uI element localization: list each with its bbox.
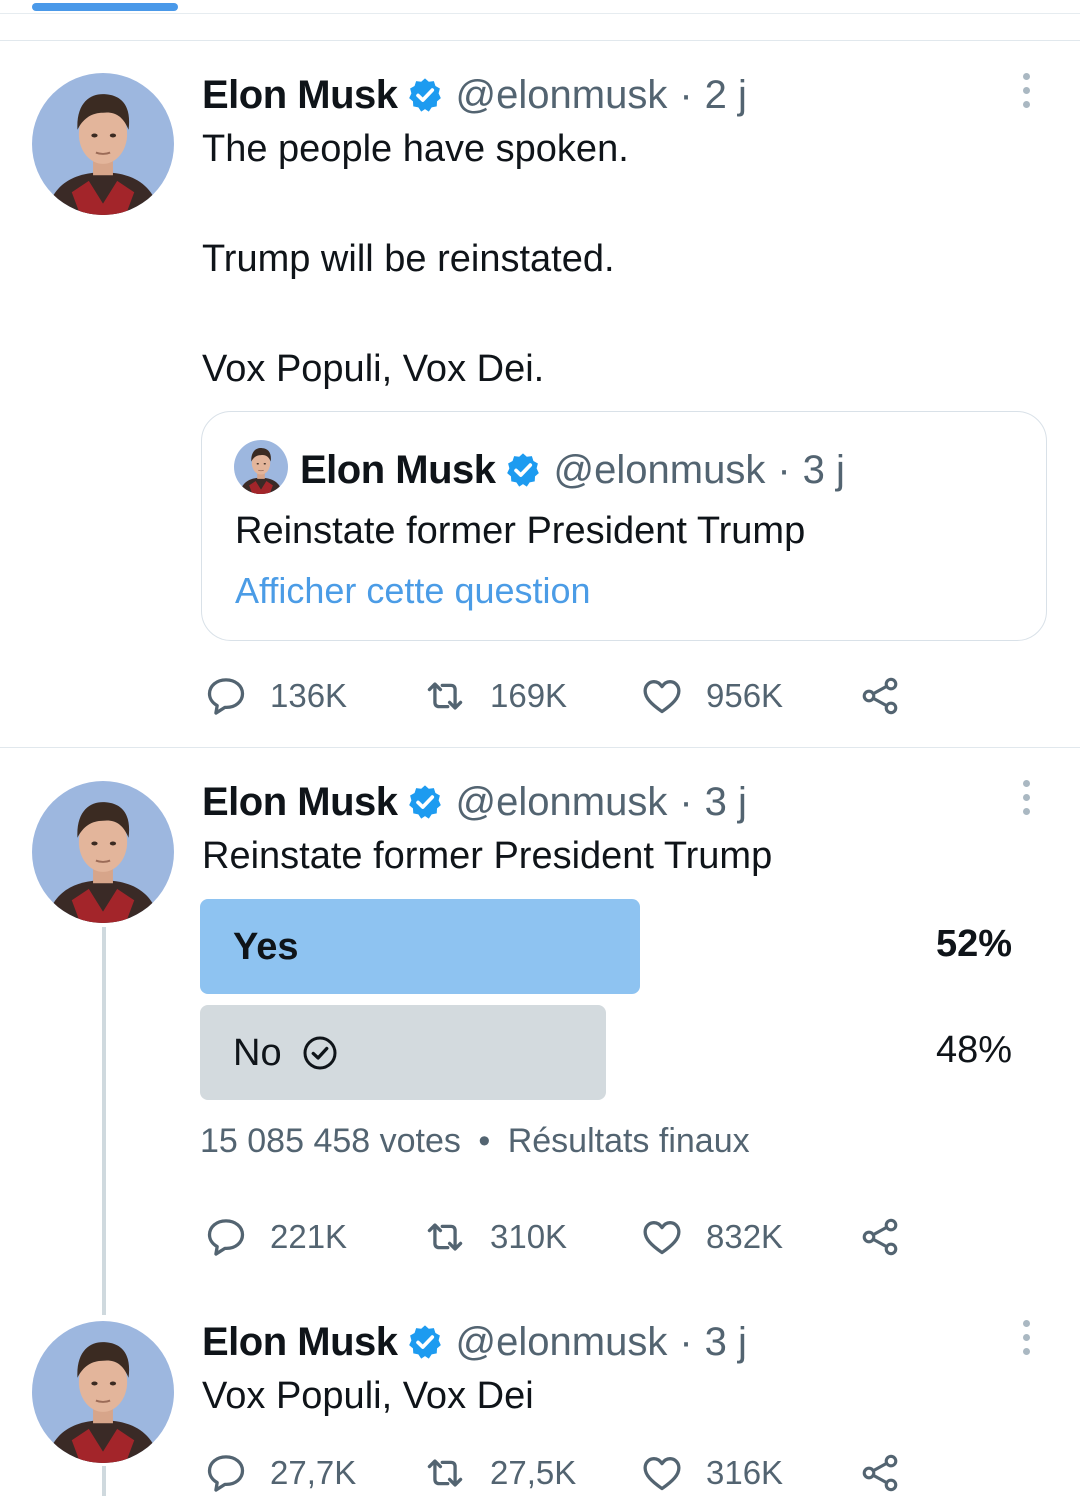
profile-photo: [32, 781, 174, 923]
like-count: 832K: [706, 1218, 784, 1255]
quoted-tweet-card[interactable]: Elon Musk @elonmusk · 3 j Reinstate form…: [201, 411, 1047, 641]
divider: [0, 747, 1080, 748]
tweet-text-line: The people have spoken.: [202, 128, 629, 170]
reply-icon: [204, 1451, 248, 1495]
poll-option-percent: 52%: [935, 923, 1012, 965]
timestamp[interactable]: 2 j: [705, 73, 747, 118]
reply-icon: [204, 1215, 248, 1259]
separator-dot: ·: [679, 1319, 693, 1364]
more-options-icon[interactable]: [1014, 1320, 1038, 1360]
verified-badge-icon: [406, 76, 444, 114]
share-button[interactable]: [858, 1451, 902, 1495]
tweet-actions: 136K 169K 956K: [204, 674, 924, 718]
reply-count: 221K: [270, 1218, 348, 1255]
tweet-actions: 27,7K 27,5K 316K: [204, 1451, 924, 1495]
thread-connector-line: [102, 927, 106, 1315]
timestamp[interactable]: 3 j: [705, 1320, 747, 1365]
retweet-count: 310K: [490, 1218, 568, 1255]
quoted-tweet-text: Reinstate former President Trump: [235, 510, 806, 552]
quoted-author-handle: @elonmusk: [553, 447, 766, 492]
divider: [0, 40, 1080, 41]
share-icon: [858, 1215, 902, 1259]
reply-icon: [204, 674, 248, 718]
tweet-text: Reinstate former President Trump: [202, 835, 773, 877]
reply-button[interactable]: 221K: [204, 1215, 347, 1259]
share-button[interactable]: [858, 1215, 902, 1259]
poll-option-label: Yes: [233, 925, 299, 968]
retweet-count: 27,5K: [490, 1454, 577, 1491]
tweet-text: Vox Populi, Vox Dei: [202, 1375, 534, 1417]
more-options-icon[interactable]: [1014, 780, 1038, 820]
share-icon: [858, 1451, 902, 1495]
like-button[interactable]: 956K: [640, 674, 783, 718]
top-divider: [0, 13, 1080, 14]
verified-badge-icon: [406, 783, 444, 821]
profile-photo: [32, 73, 174, 215]
heart-icon: [640, 1215, 684, 1259]
avatar[interactable]: [32, 73, 174, 215]
like-button[interactable]: 316K: [640, 1451, 783, 1495]
like-count: 316K: [706, 1454, 784, 1491]
like-button[interactable]: 832K: [640, 1215, 783, 1259]
poll-meta: 15 085 458 votes • Résultats finaux: [200, 1122, 750, 1161]
author-name[interactable]: Elon Musk: [202, 1320, 398, 1365]
author-handle[interactable]: @elonmusk: [456, 73, 668, 118]
reply-button[interactable]: 136K: [204, 674, 347, 718]
profile-photo: [32, 1321, 174, 1463]
separator-dot: ·: [777, 447, 791, 492]
retweet-button[interactable]: 169K: [422, 674, 567, 718]
tweet-header: Elon Musk @elonmusk · 3 j: [202, 1318, 747, 1366]
quoted-tweet-header: Elon Musk @elonmusk · 3 j: [300, 446, 845, 494]
quoted-author-name: Elon Musk: [300, 447, 496, 492]
tweet-actions: 221K 310K 832K: [204, 1215, 924, 1259]
retweet-icon: [422, 674, 468, 718]
poll-option-percent: 48%: [935, 1029, 1012, 1071]
quoted-avatar: [234, 440, 288, 494]
tweet-header: Elon Musk @elonmusk · 2 j: [202, 71, 747, 119]
reply-count: 27,7K: [270, 1454, 357, 1491]
author-name[interactable]: Elon Musk: [202, 73, 398, 118]
profile-photo: [234, 440, 288, 494]
tweet-text-line: Trump will be reinstated.: [202, 238, 615, 280]
timestamp[interactable]: 3 j: [705, 780, 747, 825]
share-icon: [858, 674, 902, 718]
check-circle-icon: [303, 1036, 337, 1070]
quoted-timestamp: 3 j: [802, 447, 845, 492]
verified-badge-icon: [406, 1323, 444, 1361]
author-name[interactable]: Elon Musk: [202, 780, 398, 825]
author-handle[interactable]: @elonmusk: [456, 1320, 668, 1365]
vote-count: 15 085 458 votes: [200, 1122, 461, 1160]
top-tab-bar: [0, 0, 1080, 40]
retweet-count: 169K: [490, 677, 568, 714]
tweet-text-line: Vox Populi, Vox Dei.: [202, 348, 545, 390]
avatar[interactable]: [32, 1321, 174, 1463]
reply-button[interactable]: 27,7K: [204, 1451, 356, 1495]
retweet-button[interactable]: 27,5K: [422, 1451, 576, 1495]
show-poll-link[interactable]: Afficher cette question: [235, 570, 591, 612]
tweet-header: Elon Musk @elonmusk · 3 j: [202, 778, 747, 826]
heart-icon: [640, 674, 684, 718]
verified-badge-icon: [504, 451, 542, 489]
retweet-icon: [422, 1451, 468, 1495]
separator-dot: ·: [679, 72, 693, 117]
more-options-icon[interactable]: [1014, 73, 1038, 113]
thread-connector-line: [102, 1466, 106, 1496]
heart-icon: [640, 1451, 684, 1495]
bullet-separator: •: [478, 1122, 491, 1160]
author-handle[interactable]: @elonmusk: [456, 780, 668, 825]
poll-option-label: No: [233, 1031, 282, 1074]
reply-count: 136K: [270, 677, 348, 714]
retweet-button[interactable]: 310K: [422, 1215, 567, 1259]
separator-dot: ·: [679, 779, 693, 824]
retweet-icon: [422, 1215, 468, 1259]
avatar[interactable]: [32, 781, 174, 923]
poll-status: Résultats finaux: [507, 1122, 750, 1160]
like-count: 956K: [706, 677, 784, 714]
share-button[interactable]: [858, 674, 902, 718]
active-tab-indicator[interactable]: [32, 3, 178, 11]
poll-option-row: No: [233, 1029, 338, 1077]
